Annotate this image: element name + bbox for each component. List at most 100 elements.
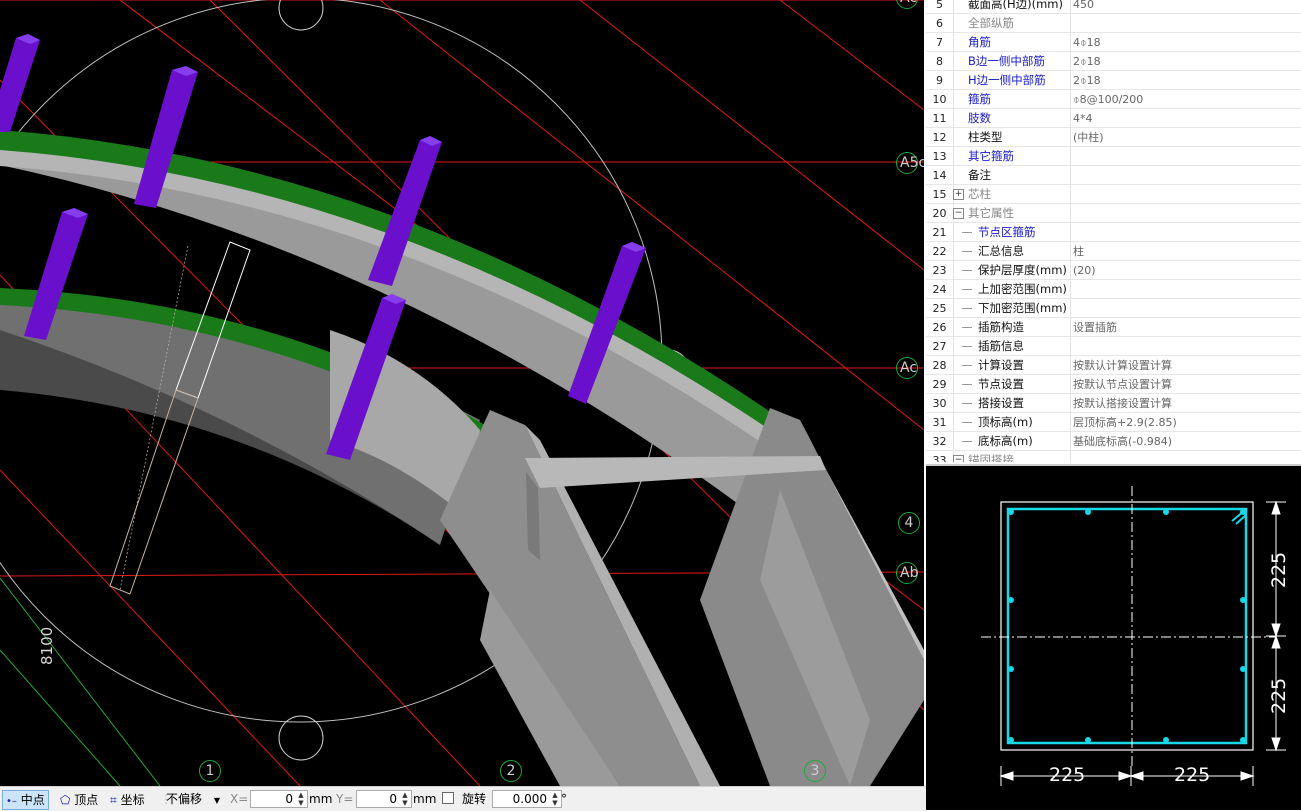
property-name: 底标高(m) [978,434,1033,448]
property-value[interactable] [1070,147,1301,166]
property-row[interactable]: 32 底标高(m) 基础底标高(-0.984) [926,432,1301,451]
property-value[interactable]: 设置插筋 [1070,318,1301,337]
property-name: 插筋信息 [978,339,1024,353]
property-row[interactable]: 11 肢数 4*4 [926,109,1301,128]
row-number: 24 [926,280,954,299]
property-row[interactable]: 5 截面高(H边)(mm) 450 [926,0,1301,14]
property-row[interactable]: 9 H边一侧中部筋 2⌽18 [926,71,1301,90]
property-value[interactable] [1070,280,1301,299]
property-row[interactable]: 22 汇总信息 柱 [926,242,1301,261]
spinner-icon[interactable]: ▲ ▼ [550,791,560,807]
column-section-view[interactable]: 225 225 225 225 [926,464,1301,810]
property-row[interactable]: 13 其它箍筋 [926,147,1301,166]
property-row[interactable]: 21 节点区箍筋 [926,223,1301,242]
row-number: 22 [926,242,954,261]
property-name: H边一侧中部筋 [968,73,1046,87]
property-value[interactable] [1070,337,1301,356]
property-row[interactable]: 27 插筋信息 [926,337,1301,356]
property-value[interactable]: 2⌽18 [1070,71,1301,90]
property-name: 计算设置 [978,358,1024,372]
property-row[interactable]: 28 计算设置 按默认计算设置计算 [926,356,1301,375]
property-row[interactable]: 10 箍筋 ⌽8@100/200 [926,90,1301,109]
property-row[interactable]: 20− 其它属性 [926,204,1301,223]
property-value[interactable]: 柱 [1070,242,1301,261]
tree-line [962,270,972,271]
row-number: 25 [926,299,954,318]
spinner-icon[interactable]: ▲ ▼ [296,791,306,807]
property-value[interactable] [1070,223,1301,242]
property-row[interactable]: 15 + 芯柱 [926,185,1301,204]
property-row[interactable]: 26 插筋构造 设置插筋 [926,318,1301,337]
snap-coordinate-button[interactable]: ⌗ 坐标 [106,790,149,810]
property-value[interactable]: 4⌽18 [1070,33,1301,52]
chevron-down-icon: ▼ [213,796,220,805]
x-unit: mm [309,792,333,806]
spinner-icon[interactable]: ▲ ▼ [400,791,410,807]
property-name: 角筋 [968,35,991,49]
property-value[interactable] [1070,185,1301,204]
property-row[interactable]: 7 角筋 4⌽18 [926,33,1301,52]
row-number: 8 [926,52,954,71]
property-value[interactable]: 按默认节点设置计算 [1070,375,1301,394]
expand-icon[interactable]: + [953,189,964,200]
coordinate-label: 坐标 [120,793,145,807]
property-grid[interactable]: 5 截面高(H边)(mm) 450 6 全部纵筋 7 角筋 4⌽18 8 B边一侧中部筋 2⌽18 9… [926,0,1301,462]
rotate-checkbox[interactable] [442,790,454,808]
section-outline [1000,501,1254,751]
snap-midpoint-button[interactable]: •– 中点 [2,790,49,810]
dim-bottom-left: 225 [1049,764,1086,786]
property-value[interactable] [1070,451,1301,462]
property-value[interactable]: (20) [1070,261,1301,280]
property-row[interactable]: 14 备注 [926,166,1301,185]
property-value[interactable]: 按默认计算设置计算 [1070,356,1301,375]
row-number: 27 [926,337,954,356]
status-bar: •– 中点 ⬠ 顶点 ⌗ 坐标 ⋮ 不偏移 ▼ X= 0 ▲ ▼ mm Y= 0 … [0,786,926,811]
property-row[interactable]: 24 上加密范围(mm) [926,280,1301,299]
row-number: 5 [926,0,954,14]
property-value[interactable]: ⌽8@100/200 [1070,90,1301,109]
x-input[interactable]: 0 ▲ ▼ [250,790,308,808]
row-number: 7 [926,33,954,52]
property-row[interactable]: 25 下加密范围(mm) [926,299,1301,318]
3d-viewport[interactable]: A5c Ac Ab Ac 4 1 2 3 8100 [0,0,924,786]
property-value[interactable] [1070,14,1301,33]
property-name: 锚固搭接 [968,453,1014,462]
degree-unit: ° [561,792,567,806]
row-number: 14 [926,166,954,185]
rebars [1008,509,1246,743]
property-name: 保护层厚度(mm) [978,263,1067,277]
property-name: 上加密范围(mm) [978,282,1067,296]
section-drawing [981,486,1286,786]
property-value[interactable]: 基础底标高(-0.984) [1070,432,1301,451]
rotate-input[interactable]: 0.000 ▲ ▼ [492,790,562,808]
property-value[interactable]: 按默认搭接设置计算 [1070,394,1301,413]
x-label: X= [230,792,249,806]
property-row[interactable]: 31 顶标高(m) 层顶标高+2.9(2.85) [926,413,1301,432]
row-number: 13 [926,147,954,166]
property-value[interactable] [1070,204,1301,223]
property-value[interactable]: 450 [1070,0,1301,14]
y-input[interactable]: 0 ▲ ▼ [356,790,412,808]
property-value[interactable]: (中柱) [1070,128,1301,147]
property-value[interactable] [1070,166,1301,185]
property-row[interactable]: 12 柱类型 (中柱) [926,128,1301,147]
property-value[interactable] [1070,299,1301,318]
property-name: B边一侧中部筋 [968,54,1045,68]
property-row[interactable]: 8 B边一侧中部筋 2⌽18 [926,52,1301,71]
property-value[interactable]: 2⌽18 [1070,52,1301,71]
property-row[interactable]: 6 全部纵筋 [926,14,1301,33]
property-row[interactable]: 33− 锚固搭接 [926,451,1301,462]
property-row[interactable]: 23 保护层厚度(mm) (20) [926,261,1301,280]
property-value[interactable]: 4*4 [1070,109,1301,128]
tree-line [962,384,972,385]
axis-label-a5c: A5c [896,152,924,174]
row-number: 21 [926,223,954,242]
snap-vertex-button[interactable]: ⬠ 顶点 [56,790,102,810]
property-value[interactable]: 层顶标高+2.9(2.85) [1070,413,1301,432]
property-name: 其它箍筋 [968,149,1014,163]
property-row[interactable]: 29 节点设置 按默认节点设置计算 [926,375,1301,394]
collapse-icon[interactable]: − [953,208,964,219]
offset-mode-select[interactable]: 不偏移 ▼ [166,790,220,808]
property-row[interactable]: 30 搭接设置 按默认搭接设置计算 [926,394,1301,413]
collapse-icon[interactable]: − [953,455,964,462]
